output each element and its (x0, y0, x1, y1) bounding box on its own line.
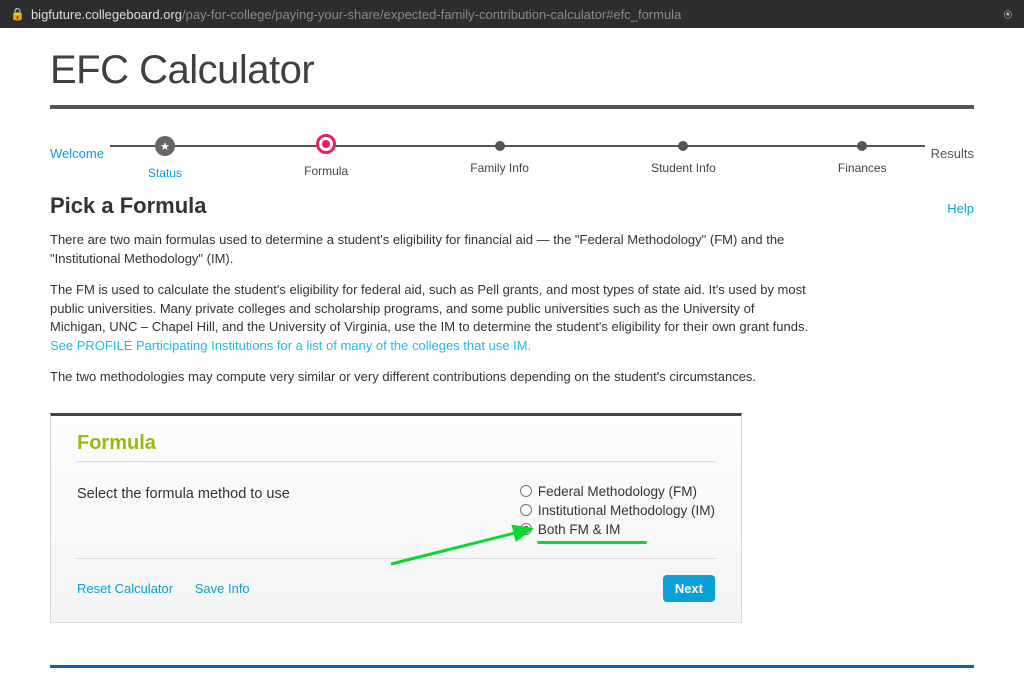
url-text: bigfuture.collegeboard.org/pay-for-colle… (31, 7, 681, 22)
option-label: Both FM & IM (538, 522, 621, 537)
step-dot-icon (857, 141, 867, 151)
progress-step-finances[interactable]: Finances (838, 133, 887, 180)
formula-prompt: Select the formula method to use (77, 484, 520, 502)
progress-end: Results (931, 146, 974, 161)
progress-step-label: Formula (304, 164, 348, 178)
progress-step-label: Student Info (651, 161, 716, 175)
lock-icon: 🔒 (10, 7, 25, 21)
formula-panel: Formula Select the formula method to use… (50, 413, 742, 623)
option-institutional-methodology[interactable]: Institutional Methodology (IM) (520, 503, 715, 518)
progress-step-formula[interactable]: Formula (304, 133, 348, 180)
progress-step-label: Status (148, 166, 182, 180)
intro-paragraph-2: The FM is used to calculate the student'… (50, 281, 810, 356)
progress-step-student-info[interactable]: Student Info (651, 133, 716, 180)
help-link[interactable]: Help (947, 201, 974, 216)
footer-rule (50, 665, 974, 668)
progress-step-status[interactable]: ★ Status (148, 133, 182, 180)
profile-institutions-link[interactable]: See PROFILE Participating Institutions f… (50, 338, 531, 353)
url-host: bigfuture.collegeboard.org (31, 7, 182, 22)
address-bar: 🔒 bigfuture.collegeboard.org/pay-for-col… (0, 0, 1024, 28)
next-button[interactable]: Next (663, 575, 715, 602)
radio-icon (520, 485, 532, 497)
step-dot-icon (495, 141, 505, 151)
progress-step-label: Family Info (470, 161, 529, 175)
option-federal-methodology[interactable]: Federal Methodology (FM) (520, 484, 715, 499)
option-both-fm-im[interactable]: Both FM & IM (520, 522, 715, 537)
radio-icon (520, 523, 532, 535)
save-info-link[interactable]: Save Info (195, 581, 250, 596)
progress-step-family-info[interactable]: Family Info (470, 133, 529, 180)
intro-paragraph-3: The two methodologies may compute very s… (50, 368, 810, 387)
option-label: Institutional Methodology (IM) (538, 503, 715, 518)
progress-step-label: Finances (838, 161, 887, 175)
step-dot-icon (678, 141, 688, 151)
radio-icon (520, 504, 532, 516)
page-title: EFC Calculator (50, 48, 974, 93)
title-rule (50, 105, 974, 109)
intro-paragraph-1: There are two main formulas used to dete… (50, 231, 810, 269)
progress-start[interactable]: Welcome (50, 146, 104, 161)
url-path: /pay-for-college/paying-your-share/expec… (182, 7, 681, 22)
reset-calculator-link[interactable]: Reset Calculator (77, 581, 173, 596)
option-label: Federal Methodology (FM) (538, 484, 697, 499)
current-step-icon (316, 134, 336, 154)
formula-options: Federal Methodology (FM) Institutional M… (520, 484, 715, 544)
annotation-underline (537, 541, 647, 544)
progress-bar: Welcome ★ Status Formula Family Info (50, 133, 974, 173)
section-heading: Pick a Formula (50, 193, 207, 219)
magnify-icon[interactable]: ⍟ (1004, 6, 1012, 23)
star-icon: ★ (155, 136, 175, 156)
panel-title: Formula (77, 432, 715, 462)
